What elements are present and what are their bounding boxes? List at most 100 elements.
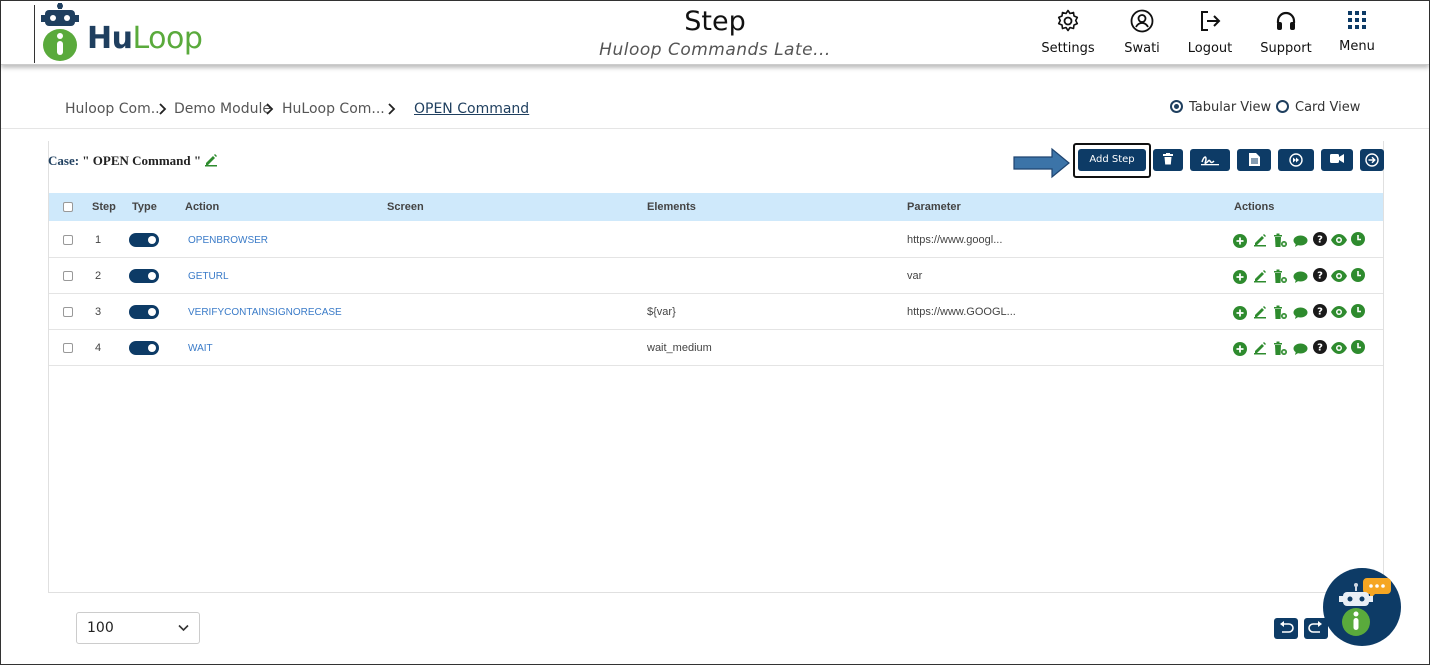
radio-selected-icon[interactable] — [1170, 100, 1183, 113]
svg-text:?: ? — [1317, 307, 1323, 318]
add-icon[interactable] — [1233, 270, 1247, 287]
cell-action[interactable]: GETURL — [188, 271, 229, 282]
row-checkbox[interactable] — [63, 307, 73, 317]
select-all-checkbox[interactable] — [63, 202, 73, 212]
nav-user[interactable]: Swati — [1119, 9, 1165, 59]
clock-icon[interactable] — [1351, 232, 1365, 249]
step-enabled-toggle[interactable] — [129, 233, 159, 247]
row-checkbox[interactable] — [63, 343, 73, 353]
undo-button[interactable] — [1274, 618, 1298, 639]
cell-parameter: https://www.googl... — [907, 234, 1003, 246]
redo-icon — [1308, 621, 1322, 633]
video-icon — [1330, 154, 1344, 163]
next-button[interactable] — [1360, 149, 1384, 171]
step-enabled-toggle[interactable] — [129, 269, 159, 283]
case-name: " OPEN Command " — [82, 153, 202, 168]
radio-unselected-icon[interactable] — [1276, 100, 1289, 113]
table-header: Step Type Action Screen Elements Paramet… — [49, 193, 1383, 221]
add-icon[interactable] — [1233, 342, 1247, 359]
col-parameter: Parameter — [907, 201, 961, 213]
delete-step-button[interactable] — [1153, 149, 1183, 171]
view-option-tabular[interactable]: Tabular View — [1170, 100, 1271, 115]
col-action: Action — [185, 201, 220, 213]
edit-icon[interactable] — [204, 153, 218, 167]
svg-text:?: ? — [1317, 235, 1323, 246]
breadcrumb-item-suite[interactable]: HuLoop Com... — [282, 101, 385, 117]
breadcrumb-item-module[interactable]: Demo Module — [174, 101, 271, 117]
view-icon[interactable] — [1331, 342, 1347, 357]
document-button[interactable] — [1237, 149, 1271, 171]
edit-icon[interactable] — [1253, 305, 1267, 322]
edit-icon[interactable] — [1253, 233, 1267, 250]
col-type: Type — [132, 201, 157, 213]
col-elements: Elements — [647, 201, 696, 213]
chevron-down-icon — [178, 624, 189, 632]
arrow-right-icon — [1365, 153, 1379, 167]
edit-icon[interactable] — [1253, 341, 1267, 358]
delete-icon[interactable] — [1273, 341, 1287, 359]
help-icon[interactable]: ? — [1313, 232, 1327, 249]
cell-elements: wait_medium — [647, 342, 712, 354]
signature-button[interactable] — [1190, 149, 1230, 171]
fast-forward-icon — [1289, 153, 1303, 167]
record-button[interactable] — [1321, 149, 1353, 171]
view-option-card-label: Card View — [1295, 100, 1361, 115]
grid-icon — [1348, 11, 1366, 29]
page-size-select[interactable]: 100 — [76, 612, 200, 644]
breadcrumb-item-current[interactable]: OPEN Command — [414, 101, 529, 117]
row-checkbox[interactable] — [63, 235, 73, 245]
help-icon[interactable]: ? — [1313, 268, 1327, 285]
chatbot-button[interactable] — [1323, 568, 1401, 646]
comment-icon[interactable] — [1293, 343, 1308, 359]
table-row[interactable]: 3 VERIFYCONTAINSIGNORECASE ${var} https://w… — [49, 294, 1383, 330]
gear-icon — [1057, 9, 1079, 32]
add-icon[interactable] — [1233, 234, 1247, 251]
view-option-card[interactable]: Card View — [1276, 100, 1360, 115]
delete-icon[interactable] — [1273, 305, 1287, 323]
row-actions: ? — [1233, 339, 1373, 357]
cell-step: 2 — [95, 270, 102, 282]
run-button[interactable] — [1278, 149, 1314, 171]
chevron-right-icon — [265, 102, 275, 120]
add-step-button[interactable]: Add Step — [1078, 149, 1146, 171]
comment-icon[interactable] — [1293, 271, 1308, 287]
step-enabled-toggle[interactable] — [129, 305, 159, 319]
headset-icon — [1276, 11, 1296, 30]
nav-settings[interactable]: Settings — [1039, 9, 1097, 59]
logout-icon — [1201, 11, 1221, 31]
cell-action[interactable]: VERIFYCONTAINSIGNORECASE — [188, 307, 342, 318]
view-icon[interactable] — [1331, 234, 1347, 249]
clock-icon[interactable] — [1351, 304, 1365, 321]
view-icon[interactable] — [1331, 270, 1347, 285]
comment-icon[interactable] — [1293, 235, 1308, 251]
col-step: Step — [92, 201, 116, 213]
nav-user-label: Swati — [1124, 41, 1160, 56]
row-checkbox[interactable] — [63, 271, 73, 281]
col-screen: Screen — [387, 201, 424, 213]
step-enabled-toggle[interactable] — [129, 341, 159, 355]
table-row[interactable]: 2 GETURL var? — [49, 258, 1383, 294]
comment-icon[interactable] — [1293, 307, 1308, 323]
cell-action[interactable]: OPENBROWSER — [188, 235, 268, 246]
table-row[interactable]: 1 OPENBROWSER https://www.googl...? — [49, 222, 1383, 258]
nav-support[interactable]: Support — [1255, 9, 1317, 59]
chevron-right-icon — [158, 102, 168, 120]
user-icon — [1130, 9, 1154, 33]
breadcrumb-item-project[interactable]: Huloop Com... — [65, 101, 164, 117]
clock-icon[interactable] — [1351, 268, 1365, 285]
delete-icon[interactable] — [1273, 269, 1287, 287]
cell-action[interactable]: WAIT — [188, 343, 213, 354]
clock-icon[interactable] — [1351, 340, 1365, 357]
add-icon[interactable] — [1233, 306, 1247, 323]
help-icon[interactable]: ? — [1313, 304, 1327, 321]
edit-icon[interactable] — [1253, 269, 1267, 286]
view-icon[interactable] — [1331, 306, 1347, 321]
table-row[interactable]: 4 WAIT wait_medium? — [49, 330, 1383, 366]
help-icon[interactable]: ? — [1313, 340, 1327, 357]
delete-icon[interactable] — [1273, 233, 1287, 251]
nav-menu[interactable]: Menu — [1335, 9, 1379, 59]
cell-step: 3 — [95, 306, 102, 318]
nav-logout[interactable]: Logout — [1185, 9, 1235, 59]
nav-logout-label: Logout — [1187, 41, 1233, 56]
row-actions: ? — [1233, 303, 1373, 321]
